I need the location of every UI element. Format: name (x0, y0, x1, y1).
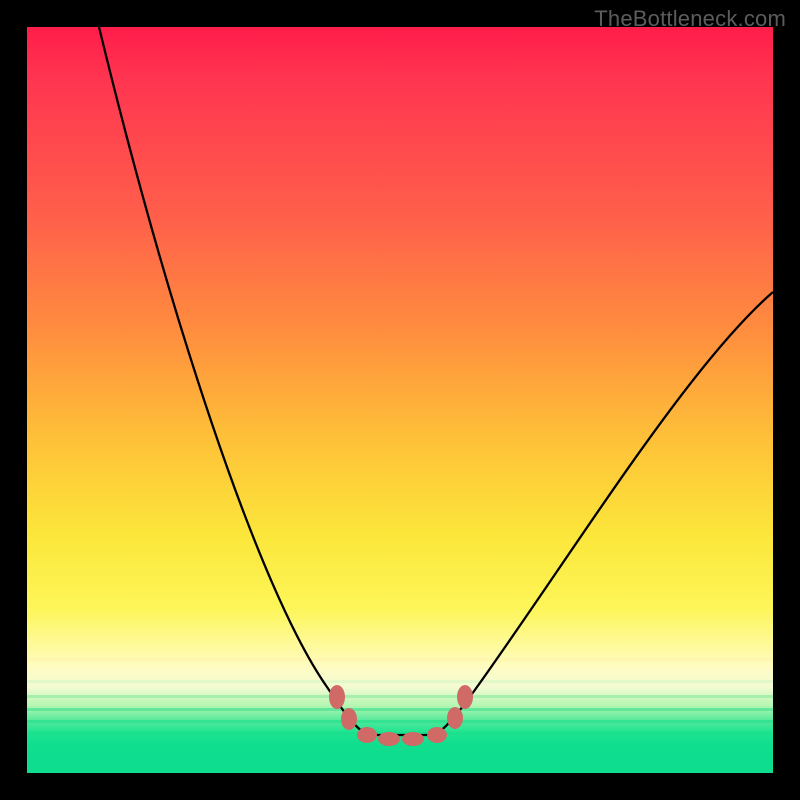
curve-beads (329, 685, 473, 746)
bottleneck-curve (27, 27, 773, 773)
curve-path (99, 27, 773, 735)
chart-container: TheBottleneck.com (0, 0, 800, 800)
watermark-text: TheBottleneck.com (594, 6, 786, 32)
plot-area (27, 27, 773, 773)
